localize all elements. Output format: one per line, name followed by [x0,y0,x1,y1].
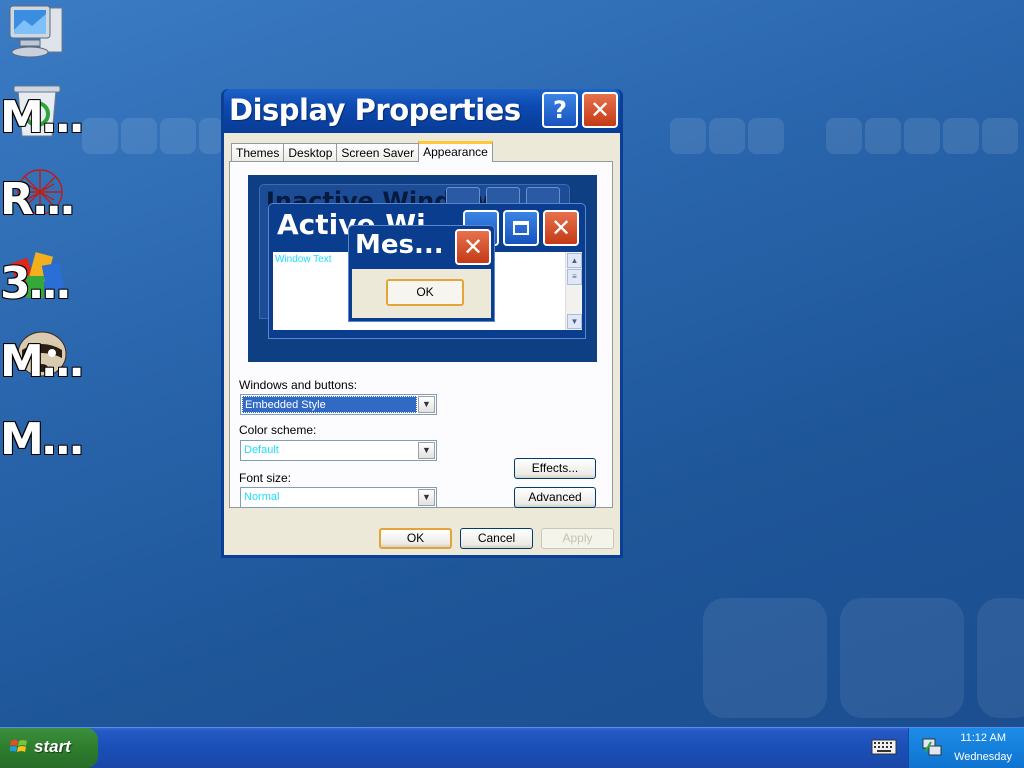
wallpaper-tile [943,118,979,154]
clock-day[interactable]: Wednesday [954,751,1012,763]
wallpaper-tile [121,118,157,154]
wallpaper-tile [865,118,901,154]
wallpaper-tile [826,118,862,154]
desktop-icon-label: M... [0,336,85,387]
desktop-icon-recycle-bin[interactable]: M... [0,80,85,152]
network-icon[interactable] [921,736,943,758]
scroll-down-icon: ▼ [567,314,582,329]
dialog-title: Display Properties [229,93,521,127]
wallpaper-tile [904,118,940,154]
wallpaper-tile [977,598,1024,718]
font-size-value: Normal [244,491,280,503]
color-scheme-select[interactable]: Default ▼ [240,440,437,461]
system-tray: 11:12 AM Wednesday [908,728,1024,768]
scroll-up-icon: ▲ [567,253,582,268]
desktop-icon-my-computer[interactable] [0,2,80,74]
wallpaper-tile [982,118,1018,154]
tab-desktop[interactable]: Desktop [283,143,338,162]
desktop-icon-label: R... [0,174,76,225]
windows-buttons-label: Windows and buttons: [239,378,358,392]
display-properties-dialog: Display Properties ? ✕ Themes Desktop Sc… [221,89,623,558]
preview-window-text: Window Text [275,254,332,265]
windows-buttons-value: Embedded Style [242,396,417,413]
ok-button[interactable]: OK [379,528,452,549]
start-button[interactable]: start [0,728,98,768]
desktop-icon-label: 3... [0,258,72,309]
chevron-down-icon[interactable]: ▼ [418,489,435,506]
preview-ok-button: OK [386,279,464,306]
desktop-icon-colorful-blocks[interactable]: 3... [0,246,80,318]
appearance-preview: Inactive Window Active Wi ✕ Window Text … [248,175,597,362]
help-button[interactable]: ? [542,92,578,128]
preview-message-box: Mes... ✕ OK [348,225,495,322]
scroll-thumb: ≡ [567,269,582,285]
effects-button[interactable]: Effects... [514,458,596,479]
desktop-icon-label: M... [0,414,85,465]
chevron-down-icon[interactable]: ▼ [418,396,435,413]
appearance-tab-page: Inactive Window Active Wi ✕ Window Text … [229,161,613,508]
desktop-icon-label: M... [0,92,85,143]
dialog-titlebar[interactable]: Display Properties ? ✕ [224,89,620,133]
cancel-button[interactable]: Cancel [460,528,533,549]
chevron-down-icon[interactable]: ▼ [418,442,435,459]
color-scheme-value: Default [244,444,279,456]
taskbar: start 11:12 AM Wednesday [0,727,1024,768]
font-size-label: Font size: [239,471,292,485]
tab-screen-saver[interactable]: Screen Saver [336,143,420,162]
keyboard-icon[interactable] [871,736,897,756]
desktop-icon-raccoon[interactable]: M... [0,324,85,396]
tab-themes[interactable]: Themes [231,143,285,162]
wallpaper-tile [709,118,745,154]
tab-appearance[interactable]: Appearance [418,141,493,162]
preview-message-title: Mes... [355,230,444,260]
apply-button[interactable]: Apply [541,528,614,549]
wallpaper-tile [703,598,827,718]
preview-message-body: OK [352,269,491,318]
wallpaper-tile [199,118,223,154]
windows-buttons-select[interactable]: Embedded Style ▼ [240,394,437,415]
advanced-button[interactable]: Advanced [514,487,596,508]
start-label: start [34,737,71,756]
clock-time[interactable]: 11:12 AM [960,732,1006,744]
wallpaper-tile [748,118,784,154]
preview-message-close-icon: ✕ [455,229,491,265]
windows-logo-icon [10,740,27,752]
my-computer-icon [9,5,63,58]
preview-scrollbar: ▲ ≡ ▼ [565,252,582,330]
desktop-icon-network-art[interactable]: R... [0,162,80,234]
wallpaper-tile [840,598,964,718]
close-button[interactable]: ✕ [582,92,618,128]
wallpaper-tile [670,118,706,154]
color-scheme-label: Color scheme: [239,423,317,437]
desktop-icon-generic[interactable]: M... [0,402,85,474]
font-size-select[interactable]: Normal ▼ [240,487,437,508]
wallpaper-tile [82,118,118,154]
preview-close-icon: ✕ [543,210,579,246]
tab-strip: Themes Desktop Screen Saver Appearance [231,141,493,162]
dialog-client-area: Themes Desktop Screen Saver Appearance I… [224,133,620,555]
wallpaper-tile [160,118,196,154]
preview-maximize-icon [503,210,539,246]
